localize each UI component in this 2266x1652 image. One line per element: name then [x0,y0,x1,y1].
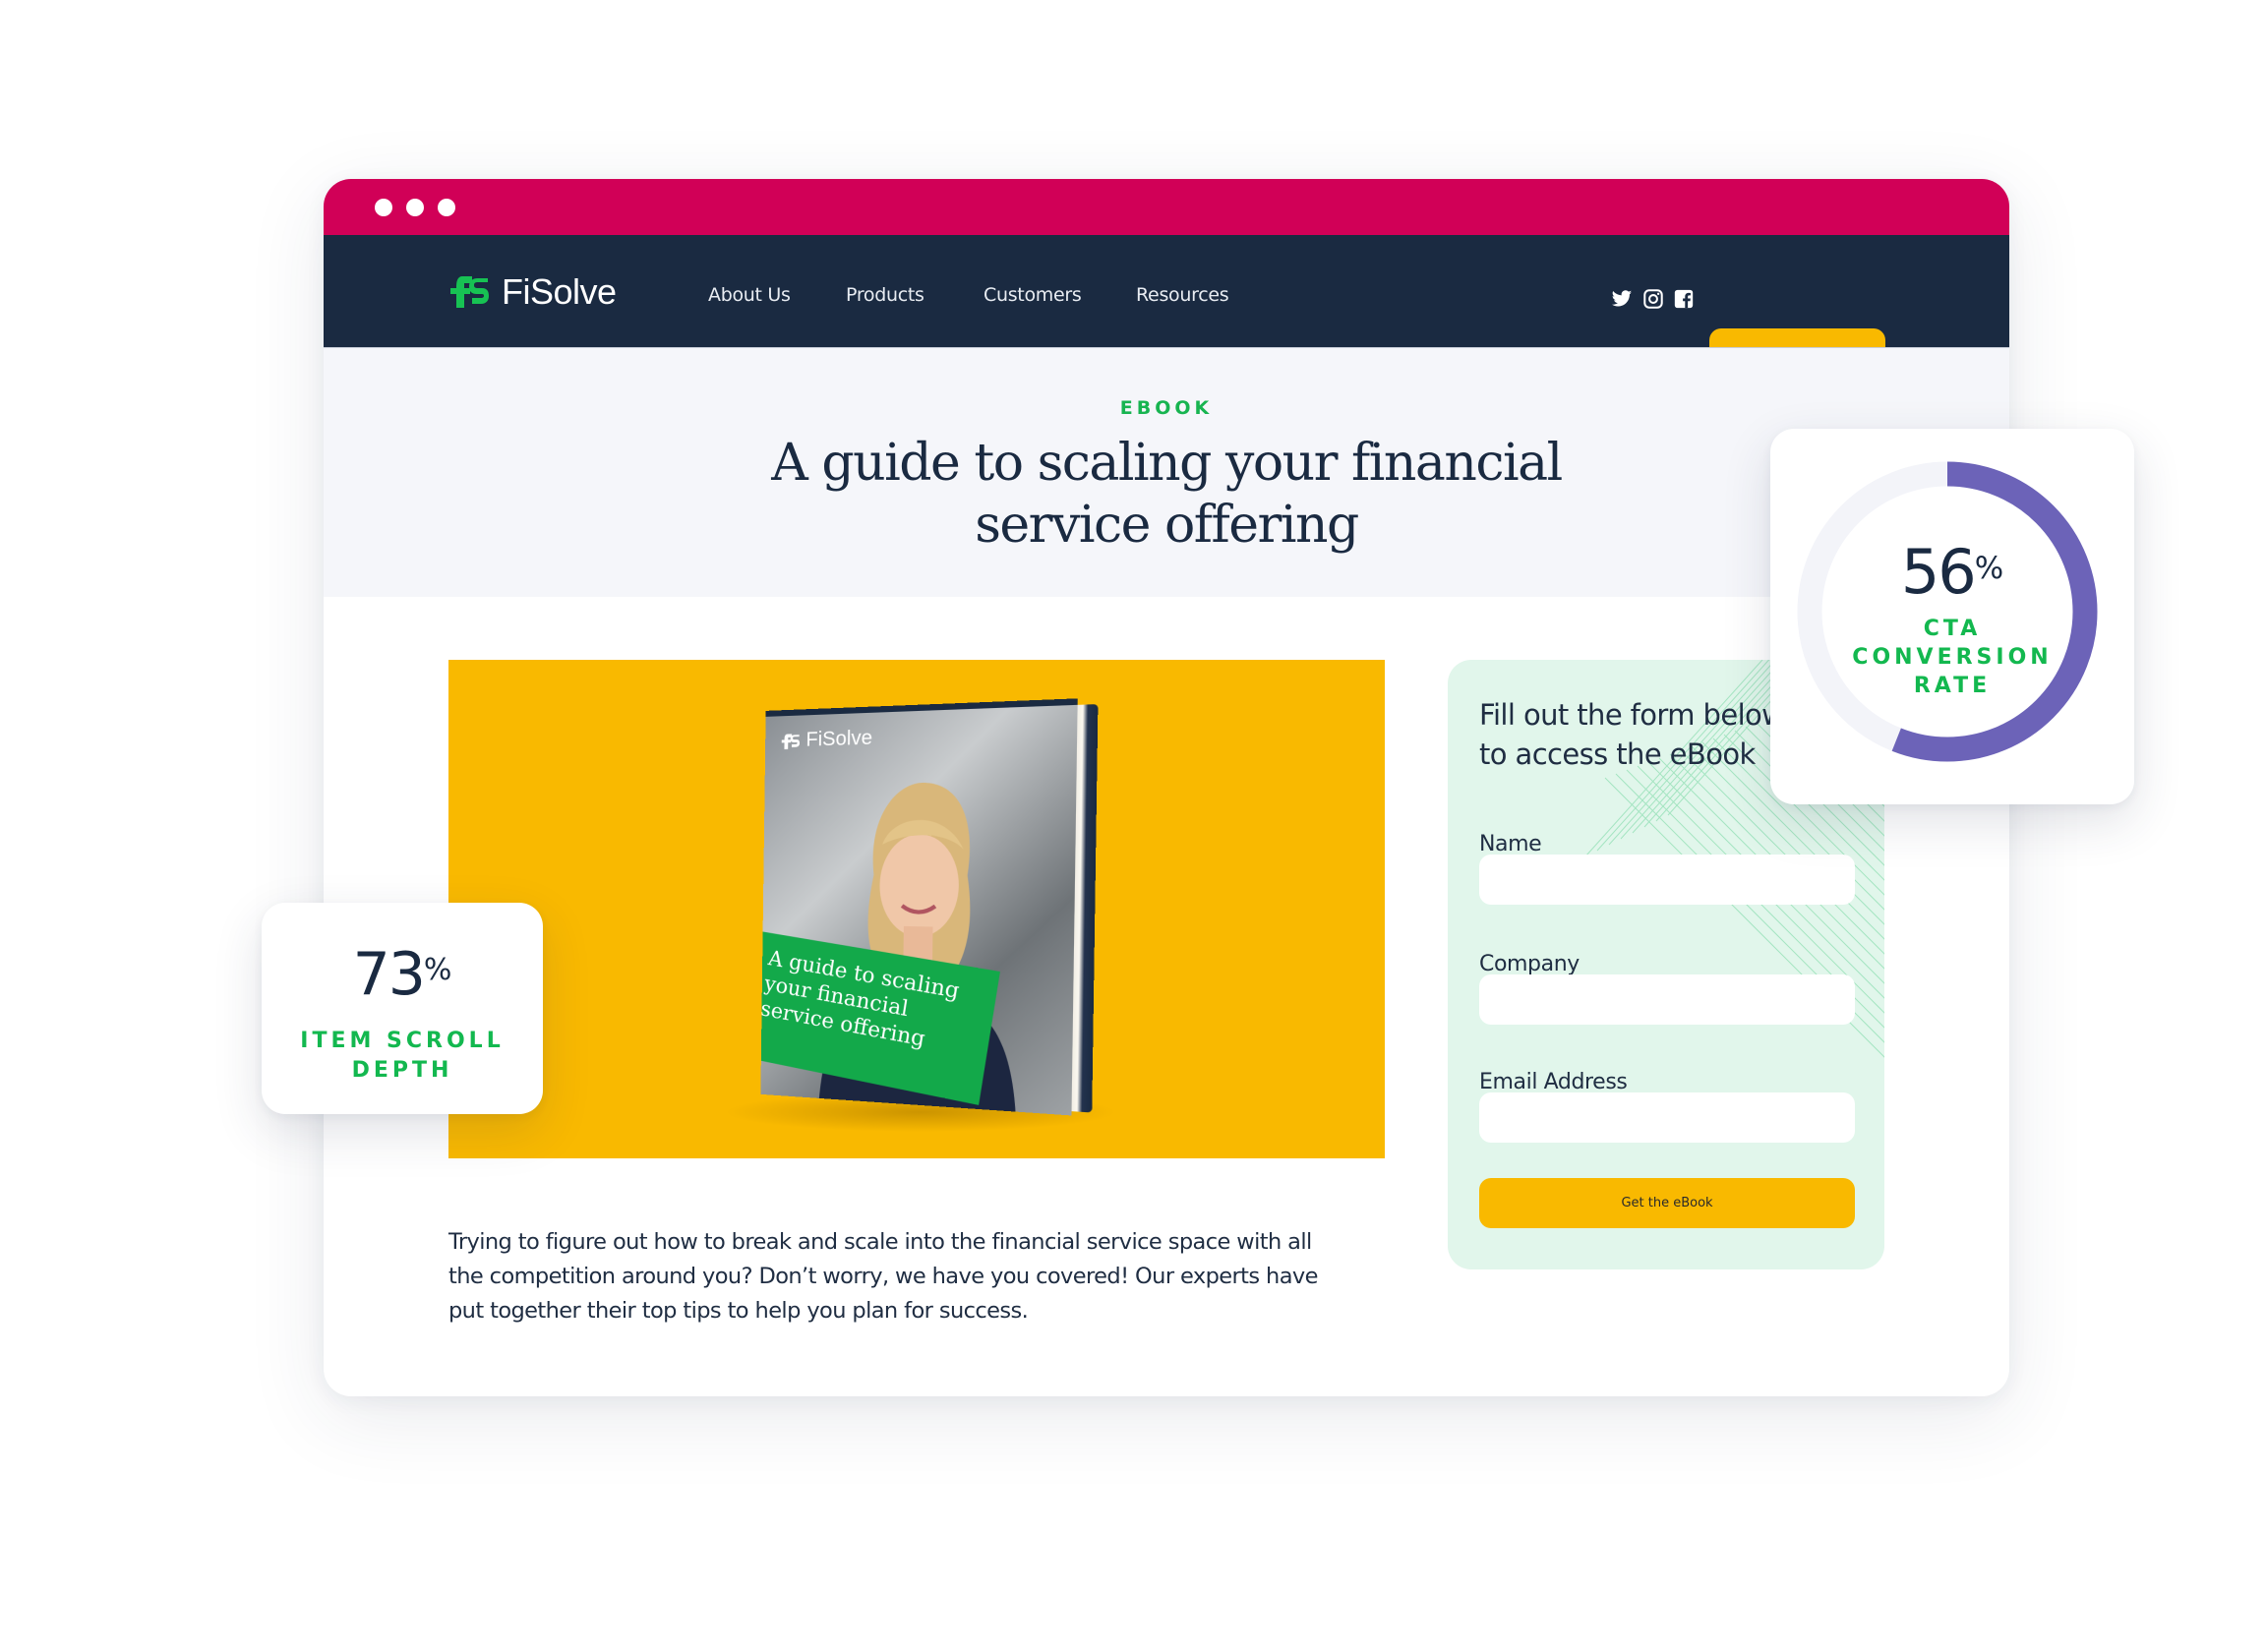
window-control-dot[interactable] [375,199,392,216]
ebook-description: Trying to figure out how to break and sc… [448,1229,1318,1324]
email-input[interactable] [1479,1092,1855,1143]
fisolve-logo-icon [781,733,801,749]
email-label: Email Address [1479,1070,1628,1094]
page-hero: EBOOK A guide to scaling your financial … [324,347,2009,597]
conversion-rate-label: CTA CONVERSION RATE [1770,615,2134,700]
window-control-dot[interactable] [438,199,455,216]
conversion-rate-value: 56% [1770,537,2134,608]
page-title: A guide to scaling your financial servic… [324,433,2009,557]
stat-label-line: CTA [1923,617,1982,641]
percent-sign: % [423,953,452,987]
pattern-line [1604,777,1884,1058]
window-titlebar [324,179,2009,235]
page-title-line: A guide to scaling your financial [771,434,1563,493]
stat-label-line: DEPTH [351,1058,453,1083]
pattern-line [1615,773,1884,1043]
facebook-icon[interactable] [1673,288,1695,310]
name-input[interactable] [1479,855,1855,905]
conversion-rate-number: 56 [1900,536,1977,608]
name-label: Name [1479,832,1542,856]
scroll-depth-label: ITEM SCROLL DEPTH [262,1027,543,1086]
fisolve-logo-icon [450,276,489,308]
cover-brand-logo: FiSolve [781,727,872,752]
ebook-mockup: FiSolve A guide to scaling your financia… [760,698,1099,1116]
cover-brand-name: FiSolve [805,727,873,751]
scroll-depth-value: 73% [262,940,543,1009]
get-ebook-button[interactable]: Get the eBook [1479,1178,1855,1228]
stat-label-line: RATE [1913,674,1992,698]
twitter-icon[interactable] [1611,288,1633,310]
nav-item-customers[interactable]: Customers [984,284,1082,306]
scroll-depth-number: 73 [352,940,426,1009]
company-label: Company [1479,952,1580,976]
percent-sign: % [1974,551,2004,586]
stat-label-line: CONVERSION [1852,645,2053,670]
brand-name: FiSolve [502,271,617,312]
scroll-depth-stat-card: 73% ITEM SCROLL DEPTH [262,903,543,1114]
nav-item-about-us[interactable]: About Us [708,284,791,306]
browser-window: FiSolve About Us Products Customers Reso… [324,179,2009,1396]
stat-label-line: ITEM SCROLL [300,1029,505,1053]
nav-item-resources[interactable]: Resources [1136,284,1229,306]
content-type-label: EBOOK [1119,397,1214,419]
page-title-line: service offering [975,496,1359,555]
window-control-dot[interactable] [406,199,424,216]
site-navbar: FiSolve About Us Products Customers Reso… [324,235,2009,379]
conversion-rate-stat-card: 56% CTA CONVERSION RATE [1770,429,2134,804]
nav-item-products[interactable]: Products [846,284,924,306]
form-heading: Fill out the form below to access the eB… [1479,698,1785,771]
book-cover: FiSolve A guide to scaling your financia… [760,698,1078,1116]
company-input[interactable] [1479,974,1855,1025]
instagram-icon[interactable] [1642,288,1664,310]
ebook-hero-image: FiSolve A guide to scaling your financia… [448,660,1385,1158]
brand-logo[interactable]: FiSolve [448,271,617,312]
